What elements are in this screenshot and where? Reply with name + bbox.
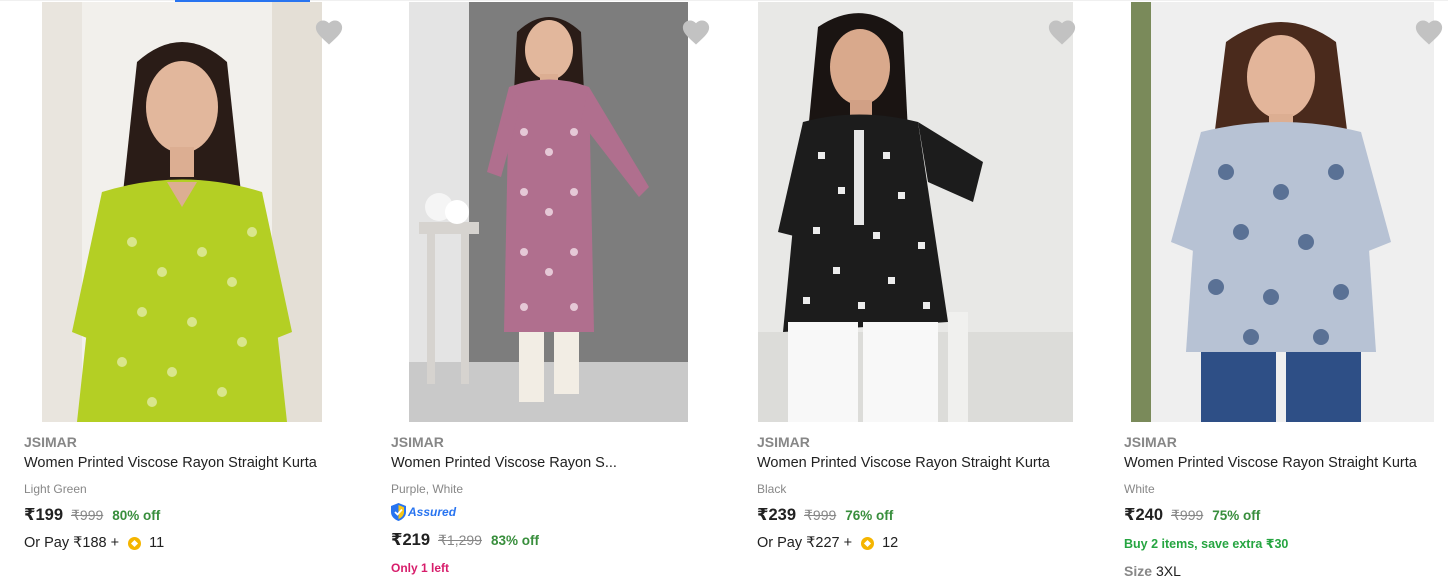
wishlist-heart-icon[interactable]	[1047, 18, 1077, 46]
coin-count: 12	[882, 535, 899, 551]
product-title[interactable]: Women Printed Viscose Rayon Straight Kur…	[24, 455, 317, 471]
price-row: ₹240 ₹999 75% off	[1124, 505, 1260, 525]
selling-price: ₹239	[757, 506, 797, 524]
original-price: ₹999	[804, 507, 837, 523]
product-variant: Purple, White	[391, 482, 464, 496]
size-value: 3XL	[1156, 563, 1181, 579]
stock-status: Only 1 left	[391, 561, 450, 575]
product-variant: Black	[757, 482, 787, 496]
product-brand: JSIMAR	[24, 434, 77, 450]
product-image[interactable]	[758, 2, 1073, 422]
assured-label: Assured	[408, 505, 457, 519]
product-image[interactable]	[42, 2, 322, 422]
original-price: ₹999	[1171, 507, 1204, 523]
discount-label: 76% off	[845, 508, 894, 523]
price-row: ₹199 ₹999 80% off	[24, 505, 160, 525]
original-price: ₹1,299	[438, 532, 482, 548]
product-title[interactable]: Women Printed Viscose Rayon Straight Kur…	[757, 455, 1050, 471]
product-card[interactable]: JSIMAR Women Printed Viscose Rayon Strai…	[1100, 0, 1448, 584]
product-title[interactable]: Women Printed Viscose Rayon Straight Kur…	[1124, 455, 1417, 471]
product-card[interactable]: JSIMAR Women Printed Viscose Rayon Strai…	[733, 0, 1078, 584]
price-row: ₹239 ₹999 76% off	[757, 505, 893, 525]
original-price: ₹999	[71, 507, 104, 523]
size-info: Size 3XL	[1124, 563, 1181, 579]
product-image[interactable]	[409, 2, 688, 422]
product-brand: JSIMAR	[757, 434, 810, 450]
price-row: ₹219 ₹1,299 83% off	[391, 530, 539, 550]
product-variant: White	[1124, 482, 1155, 496]
selling-price: ₹240	[1124, 506, 1164, 524]
assured-badge: Assured	[391, 503, 456, 521]
or-pay-text: Or Pay ₹227 +	[757, 535, 853, 551]
coin-count: 11	[149, 535, 165, 551]
supercoin-icon	[861, 536, 875, 550]
product-brand: JSIMAR	[1124, 434, 1177, 450]
discount-label: 75% off	[1212, 508, 1261, 523]
product-card[interactable]: JSIMAR Women Printed Viscose Rayon S... …	[367, 0, 712, 584]
wishlist-heart-icon[interactable]	[1414, 18, 1444, 46]
bundle-offer: Buy 2 items, save extra ₹30	[1124, 537, 1289, 551]
product-card[interactable]: JSIMAR Women Printed Viscose Rayon Strai…	[0, 0, 345, 584]
selling-price: ₹199	[24, 506, 64, 524]
supercoin-offer: Or Pay ₹227 + 12	[757, 535, 898, 551]
selling-price: ₹219	[391, 531, 431, 549]
size-label: Size	[1124, 563, 1153, 579]
wishlist-heart-icon[interactable]	[681, 18, 711, 46]
supercoin-icon	[128, 536, 142, 550]
or-pay-text: Or Pay ₹188 +	[24, 535, 120, 551]
assured-badge-icon	[391, 503, 406, 521]
supercoin-offer: Or Pay ₹188 + 11	[24, 535, 164, 551]
product-brand: JSIMAR	[391, 434, 444, 450]
discount-label: 80% off	[112, 508, 161, 523]
discount-label: 83% off	[490, 533, 539, 548]
wishlist-heart-icon[interactable]	[314, 18, 344, 46]
product-variant: Light Green	[24, 482, 87, 496]
product-title[interactable]: Women Printed Viscose Rayon S...	[391, 455, 617, 471]
product-image[interactable]	[1131, 2, 1434, 422]
